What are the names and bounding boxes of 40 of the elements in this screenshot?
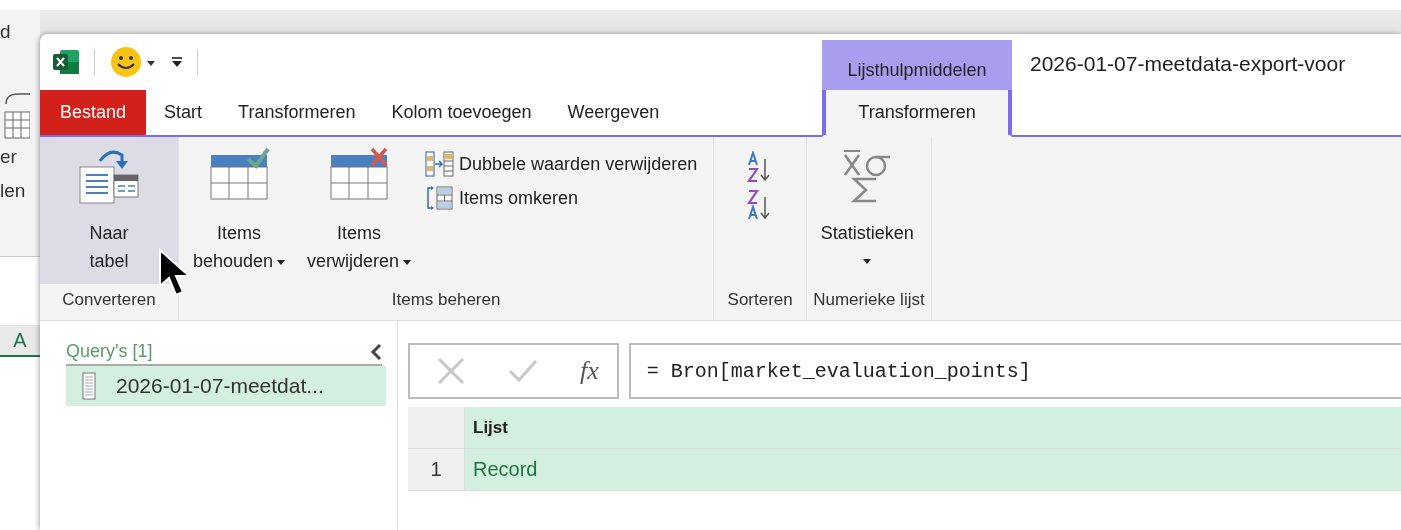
ribbon-tab[interactable]: Bestand xyxy=(40,90,147,135)
ribbon-tab[interactable]: Kolom toevoegen xyxy=(373,90,550,135)
table-icon xyxy=(4,90,30,140)
customize-toolbar-icon[interactable] xyxy=(171,56,183,68)
background-text: er xyxy=(0,145,17,169)
ribbon-tab[interactable]: Weergeven xyxy=(549,90,678,135)
ribbon-group-label: Numerieke lijst xyxy=(812,289,926,311)
column-header: A xyxy=(0,325,40,357)
excel-logo-icon xyxy=(52,48,80,76)
query-item[interactable]: 2026-01-07-meetdat... xyxy=(66,366,386,406)
ribbon-group-label: Sorteren xyxy=(726,289,794,311)
background-text: len xyxy=(0,179,26,203)
ribbon-tab[interactable]: Transformeren xyxy=(822,90,1012,137)
formula-field[interactable]: = Bron[market_evaluation_points] xyxy=(628,343,1401,399)
collapse-chevron-icon[interactable] xyxy=(370,342,382,361)
mouse-pointer-icon xyxy=(158,248,192,298)
row-number: 1 xyxy=(408,449,465,491)
column-header[interactable]: Lijst xyxy=(465,407,1401,449)
ribbon-button[interactable]: Naar tabel xyxy=(40,137,178,284)
ribbon-button[interactable]: Statistieken xyxy=(807,137,928,284)
background-text: d xyxy=(0,22,11,42)
table-cell[interactable]: Record xyxy=(465,449,1401,491)
list-reverse-icon xyxy=(425,185,456,211)
ribbon-group-label: Items beheren xyxy=(390,289,502,311)
ribbon-group-label: Converteren xyxy=(61,289,157,311)
check-icon[interactable] xyxy=(508,358,538,384)
window-title: 2026-01-07-meetdata-export-voor xyxy=(1029,51,1347,76)
ribbon-button[interactable]: Items verwijderen xyxy=(299,137,420,284)
smiley-icon[interactable] xyxy=(109,45,157,79)
queries-header: Query's [1] xyxy=(66,341,153,362)
contextual-tab-group: Lijsthulpmiddelen xyxy=(822,40,1012,90)
document-icon xyxy=(82,372,96,400)
columns-arrow-icon xyxy=(425,151,456,177)
ribbon-button[interactable]: Items omkeren xyxy=(423,183,700,213)
ribbon-tab[interactable]: Transformeren xyxy=(220,90,374,135)
insert-function-button[interactable]: fx xyxy=(580,356,599,386)
ribbon-button[interactable]: Items behouden xyxy=(179,137,299,284)
ribbon-tab[interactable]: Start xyxy=(146,90,221,135)
grid-corner-cell xyxy=(408,407,465,449)
ribbon-button[interactable]: Dubbele waarden verwijderen xyxy=(423,149,700,179)
